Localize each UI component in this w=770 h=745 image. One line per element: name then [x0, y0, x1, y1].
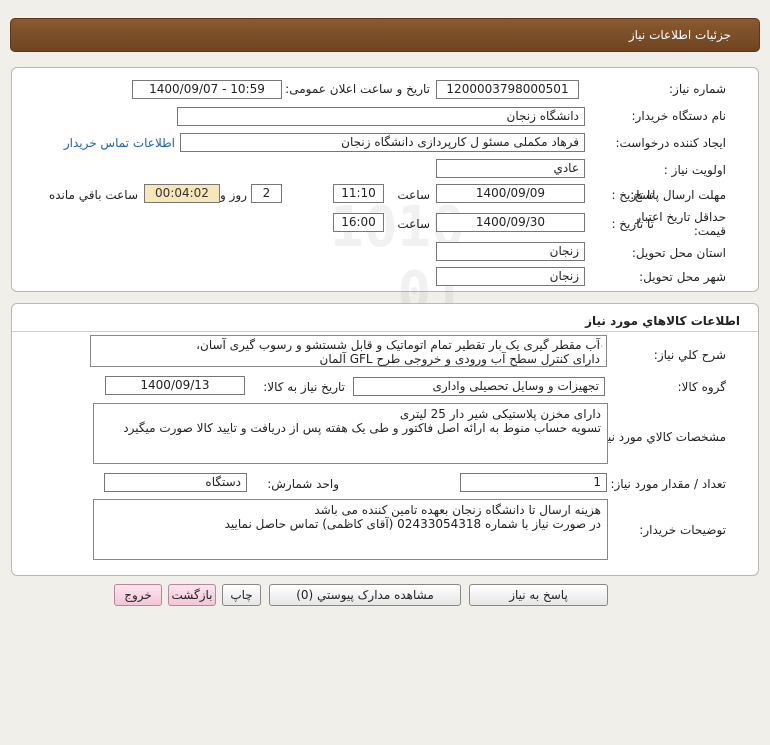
goods-group-label: گروه کالا: — [677, 380, 727, 394]
need-date-field: 1400/09/13 — [105, 376, 245, 395]
validity-until-label: تا تاریخ : — [611, 217, 654, 231]
specs-textarea[interactable]: دارای مخزن پلاستیکی شیر دار 25 لیتری تسو… — [93, 403, 608, 464]
buyer-contact-link[interactable]: اطلاعات تماس خریدار — [64, 136, 175, 150]
print-button[interactable]: چاپ — [222, 584, 261, 606]
requester-field: فرهاد مکملی مسئو ل کارپردازی دانشگاه زنج… — [180, 133, 585, 152]
announce-datetime-label: تاریخ و ساعت اعلان عمومی: — [285, 82, 430, 96]
page-header: جزئیات اطلاعات نیاز — [10, 18, 760, 52]
summary-line-2: دارای کنترل سطح آب ورودی و خروجی طرح GFL… — [319, 352, 600, 366]
validity-label-2: قیمت: — [693, 224, 726, 238]
back-button[interactable]: بازگشت — [168, 584, 216, 606]
deadline-time-label: ساعت — [397, 188, 430, 202]
need-date-label: تاریخ نیاز به کالا: — [263, 380, 345, 394]
priority-field: عادي — [436, 159, 585, 178]
buyer-notes-label: توضیحات خریدار: — [639, 523, 726, 537]
buyer-notes-line-2: در صورت نیاز با شماره 02433054318 (آقای … — [224, 517, 601, 531]
quantity-field: 1 — [460, 473, 607, 492]
validity-date-field: 1400/09/30 — [436, 213, 585, 232]
resize-handle-icon[interactable]: ⋰ — [595, 340, 603, 348]
validity-time-label: ساعت — [397, 217, 430, 231]
spec-line-1: دارای مخزن پلاستیکی شیر دار 25 لیتری — [399, 407, 601, 421]
city-label: شهر محل تحویل: — [639, 270, 726, 284]
specs-label: مشخصات کالاي مورد نياز: — [594, 430, 726, 444]
remaining-time-label: ساعت باقي مانده — [48, 188, 138, 202]
page-title: جزئیات اطلاعات نیاز — [628, 28, 731, 42]
exit-button[interactable]: خروج — [114, 584, 162, 606]
section-divider — [12, 331, 758, 332]
summary-label: شرح کلي نياز: — [653, 348, 726, 362]
remaining-days-field: 2 — [251, 184, 282, 203]
buyer-notes-textarea[interactable]: هزینه ارسال تا دانشگاه زنجان بعهده تامین… — [93, 499, 608, 560]
spec-line-2: تسویه حساب منوط به ارائه اصل فاکتور و طی… — [123, 421, 601, 435]
goods-group-field: تجهیزات و وسایل تحصیلی واداری — [353, 377, 605, 396]
summary-textarea[interactable]: آب مقطر گیری یک بار تقطیر تمام اتوماتیک … — [90, 335, 607, 367]
deadline-time-field: 11:10 — [333, 184, 384, 203]
deadline-date-field: 1400/09/09 — [436, 184, 585, 203]
city-field: زنجان — [436, 267, 585, 286]
deadline-until-label: تا تاریخ : — [611, 188, 654, 202]
need-number-field: 1200003798000501 — [436, 80, 579, 99]
buyer-org-label: نام دستگاه خریدار: — [631, 109, 727, 123]
announce-datetime-field: 1400/09/07 - 10:59 — [132, 80, 282, 99]
goods-section-title: اطلاعات کالاهاي مورد نياز — [585, 314, 740, 328]
buyer-org-field: دانشگاه زنجان — [177, 107, 585, 126]
buyer-notes-line-1: هزینه ارسال تا دانشگاه زنجان بعهده تامین… — [314, 503, 601, 517]
unit-field: دستگاه — [104, 473, 247, 492]
province-label: استان محل تحویل: — [631, 246, 726, 260]
quantity-label: تعداد / مقدار مورد نیاز: — [610, 477, 726, 491]
days-label: روز و — [220, 188, 247, 202]
reply-button[interactable]: پاسخ به نیاز — [469, 584, 608, 606]
need-number-label: شماره نیاز: — [669, 82, 726, 96]
unit-label: واحد شمارش: — [267, 477, 339, 491]
priority-label: اولویت نیاز : — [663, 163, 726, 177]
attachments-button[interactable]: مشاهده مدارک پیوستي (0) — [269, 584, 461, 606]
remaining-time-field: 00:04:02 — [144, 184, 220, 203]
province-field: زنجان — [436, 242, 585, 261]
requester-label: ایجاد کننده درخواست: — [615, 136, 726, 150]
summary-line-1: آب مقطر گیری یک بار تقطیر تمام اتوماتیک … — [196, 338, 600, 352]
validity-time-field: 16:00 — [333, 213, 384, 232]
